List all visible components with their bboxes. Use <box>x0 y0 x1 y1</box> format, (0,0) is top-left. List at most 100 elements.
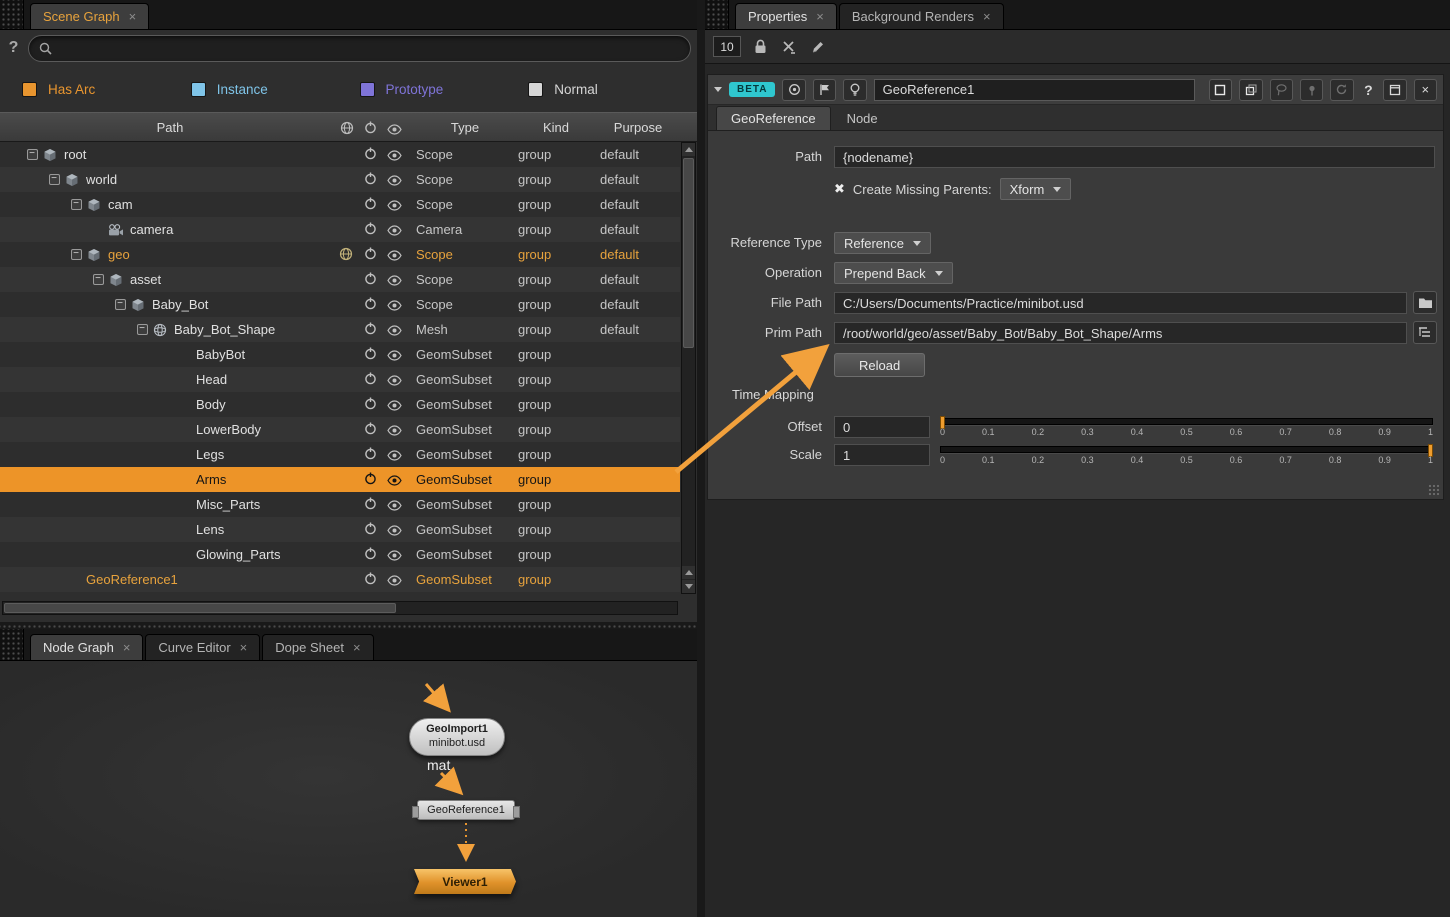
clear-edits-icon[interactable] <box>779 37 799 57</box>
power-icon[interactable] <box>364 121 377 137</box>
eye-icon[interactable] <box>387 299 402 314</box>
tree-row-Legs[interactable]: LegsGeomSubsetgroup <box>0 442 680 467</box>
offset-input[interactable] <box>834 416 930 438</box>
chevron-down-icon[interactable] <box>714 87 722 92</box>
tree-row-Arms[interactable]: ArmsGeomSubsetgroup <box>0 467 680 492</box>
search-box[interactable] <box>28 35 691 62</box>
reload-button[interactable]: Reload <box>834 353 925 377</box>
pencil-icon[interactable] <box>808 37 828 57</box>
prim-path-input[interactable] <box>834 322 1407 344</box>
node-viewer1[interactable]: Viewer1 <box>414 869 516 894</box>
create-missing-parents-checkbox[interactable]: ✖ <box>834 181 845 197</box>
create-missing-parents-dropdown[interactable]: Xform <box>1000 178 1072 200</box>
eye-icon[interactable] <box>387 123 402 138</box>
close-icon[interactable]: × <box>353 641 361 654</box>
pane-resize-grip[interactable] <box>1428 484 1441 497</box>
tree-row-Baby_Bot_Shape[interactable]: −Baby_Bot_ShapeMeshgroupdefault <box>0 317 680 342</box>
power-icon[interactable] <box>364 397 377 413</box>
tree-vertical-scrollbar[interactable] <box>681 142 696 594</box>
close-icon[interactable]: × <box>1414 79 1437 101</box>
power-icon[interactable] <box>364 572 377 588</box>
power-icon[interactable] <box>364 472 377 488</box>
eye-icon[interactable] <box>387 349 402 364</box>
pin-icon[interactable] <box>1300 79 1323 101</box>
close-icon[interactable]: × <box>816 10 824 23</box>
column-header-type[interactable]: Type <box>416 113 514 143</box>
panel-grip[interactable] <box>705 0 729 29</box>
power-icon[interactable] <box>364 247 377 263</box>
eye-icon[interactable] <box>387 474 402 489</box>
tree-row-world[interactable]: −worldScopegroupdefault <box>0 167 680 192</box>
column-header-kind[interactable]: Kind <box>518 113 594 143</box>
offset-slider[interactable]: 00.10.20.30.40.50.60.70.80.91 <box>940 415 1433 441</box>
power-icon[interactable] <box>364 197 377 213</box>
file-path-input[interactable] <box>834 292 1407 314</box>
help-button[interactable]: ? <box>1361 82 1377 98</box>
refresh-icon[interactable] <box>1330 79 1353 101</box>
search-input[interactable] <box>58 41 680 56</box>
scroll-down-button[interactable] <box>682 580 695 593</box>
eye-icon[interactable] <box>387 149 402 164</box>
duplicate-view-icon[interactable] <box>1239 79 1262 101</box>
scrollbar-thumb[interactable] <box>4 603 396 613</box>
globe-icon[interactable] <box>339 247 353 264</box>
eye-icon[interactable] <box>387 274 402 289</box>
collapse-toggle[interactable]: − <box>137 324 148 335</box>
tree-row-LowerBody[interactable]: LowerBodyGeomSubsetgroup <box>0 417 680 442</box>
power-icon[interactable] <box>364 172 377 188</box>
eye-icon[interactable] <box>387 249 402 264</box>
collapse-toggle[interactable]: − <box>71 199 82 210</box>
eye-icon[interactable] <box>387 449 402 464</box>
lock-icon[interactable] <box>750 37 770 57</box>
tree-row-Glowing_Parts[interactable]: Glowing_PartsGeomSubsetgroup <box>0 542 680 567</box>
collapse-toggle[interactable]: − <box>49 174 60 185</box>
tree-row-camera[interactable]: cameraCameragroupdefault <box>0 217 680 242</box>
lightbulb-icon[interactable] <box>843 79 866 101</box>
tree-row-BabyBot[interactable]: BabyBotGeomSubsetgroup <box>0 342 680 367</box>
power-icon[interactable] <box>364 272 377 288</box>
slider-track[interactable] <box>940 446 1433 453</box>
collapse-toggle[interactable]: − <box>115 299 126 310</box>
eye-icon[interactable] <box>387 549 402 564</box>
new-view-icon[interactable] <box>1209 79 1232 101</box>
close-icon[interactable]: × <box>123 641 131 654</box>
tree-row-Body[interactable]: BodyGeomSubsetgroup <box>0 392 680 417</box>
tree-row-asset[interactable]: −assetScopegroupdefault <box>0 267 680 292</box>
tab-curve-editor[interactable]: Curve Editor × <box>145 634 260 660</box>
close-icon[interactable]: × <box>240 641 248 654</box>
tree-horizontal-scrollbar[interactable] <box>2 601 678 615</box>
power-icon[interactable] <box>364 522 377 538</box>
collapse-toggle[interactable]: − <box>27 149 38 160</box>
power-icon[interactable] <box>364 322 377 338</box>
eye-icon[interactable] <box>387 524 402 539</box>
eye-icon[interactable] <box>387 424 402 439</box>
tree-row-Lens[interactable]: LensGeomSubsetgroup <box>0 517 680 542</box>
node-name-field[interactable] <box>874 79 1195 101</box>
power-icon[interactable] <box>364 547 377 563</box>
tree-row-root[interactable]: −rootScopegroupdefault <box>0 142 680 167</box>
globe-icon[interactable] <box>340 121 354 138</box>
tree-row-Misc_Parts[interactable]: Misc_PartsGeomSubsetgroup <box>0 492 680 517</box>
collapse-toggle[interactable]: − <box>71 249 82 260</box>
power-icon[interactable] <box>364 297 377 313</box>
float-panel-icon[interactable] <box>1383 79 1406 101</box>
scale-input[interactable] <box>834 444 930 466</box>
operation-dropdown[interactable]: Prepend Back <box>834 262 953 284</box>
panel-grip[interactable] <box>0 629 24 660</box>
flag-icon[interactable] <box>813 79 836 101</box>
collapse-toggle[interactable]: − <box>93 274 104 285</box>
horizontal-splitter[interactable] <box>0 622 697 629</box>
node-georeference1[interactable]: GeoReference1 <box>417 800 515 820</box>
target-icon[interactable] <box>782 79 805 101</box>
scale-slider[interactable]: 00.10.20.30.40.50.60.70.80.91 <box>940 443 1433 469</box>
column-header-path[interactable]: Path <box>0 113 340 143</box>
close-icon[interactable]: × <box>983 10 991 23</box>
tree-row-cam[interactable]: −camScopegroupdefault <box>0 192 680 217</box>
power-icon[interactable] <box>364 372 377 388</box>
power-icon[interactable] <box>364 147 377 163</box>
power-icon[interactable] <box>364 497 377 513</box>
scroll-up-button[interactable] <box>682 566 695 579</box>
tree-row-Head[interactable]: HeadGeomSubsetgroup <box>0 367 680 392</box>
eye-icon[interactable] <box>387 574 402 589</box>
eye-icon[interactable] <box>387 174 402 189</box>
